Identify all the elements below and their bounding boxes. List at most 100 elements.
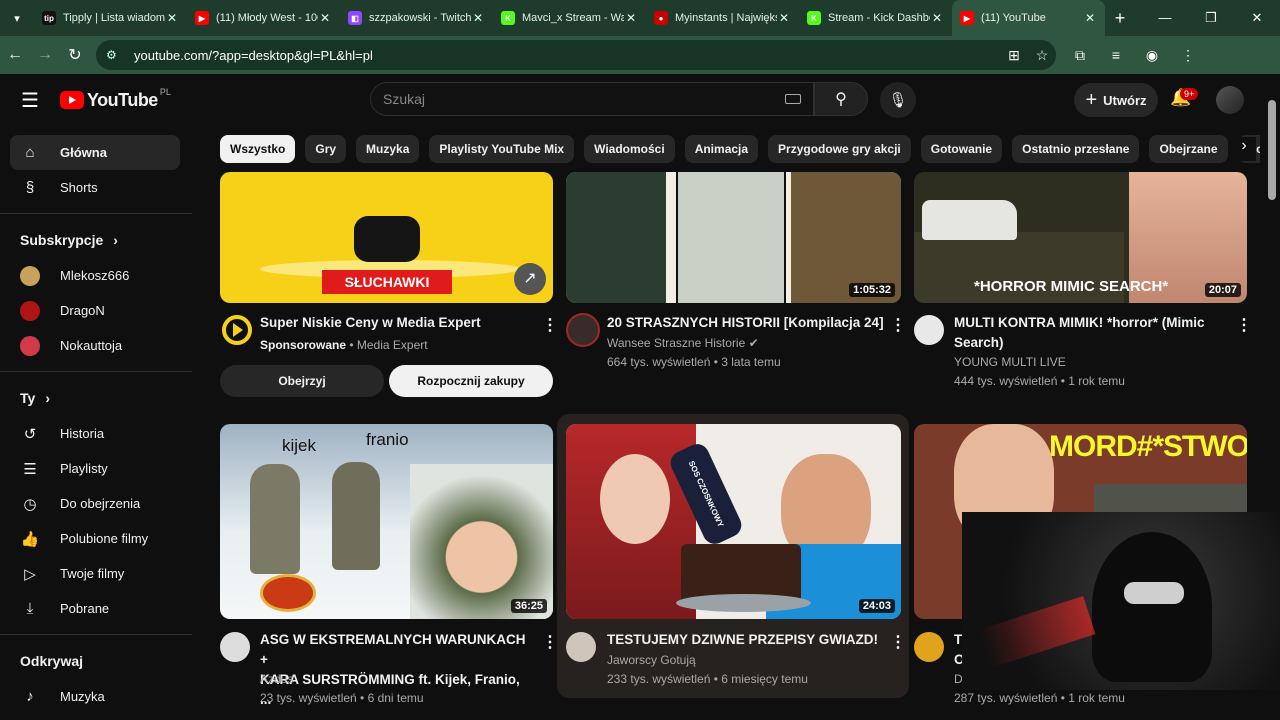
account-avatar[interactable] (1216, 86, 1244, 114)
channel-name[interactable]: Jaworscy Gotują (607, 651, 696, 670)
video-title[interactable]: MULTI KONTRA MIMIK! *horror* (Mimic Searc… (954, 313, 1224, 353)
channel-name[interactable]: Media Expert (357, 338, 428, 352)
video-thumbnail[interactable]: SOS CZOSNKOWY 24:03 (566, 424, 901, 619)
tab-close-icon[interactable]: ✕ (624, 11, 638, 25)
search-input[interactable]: Szukaj (370, 82, 814, 116)
subscriptions-heading[interactable]: Subskrypcje › (0, 222, 192, 258)
video-title[interactable]: 20 STRASZNYCH HISTORII [Kompilacja 24] (607, 313, 884, 333)
video-title[interactable]: Super Niskie Ceny w Media Expert (260, 313, 481, 333)
filter-chip[interactable]: Obejrzane (1149, 135, 1228, 163)
browser-tab[interactable]: ◧ szzpakowski - Twitch ✕ (340, 0, 493, 36)
filter-chip[interactable]: Wszystko (220, 135, 296, 163)
shorts-icon: § (25, 179, 35, 196)
video-thumbnail[interactable]: kijek franio 36:25 (220, 424, 553, 619)
page-scrollbar[interactable] (1268, 100, 1276, 200)
channel-avatar[interactable] (566, 632, 596, 662)
omnibox[interactable]: ⚙ youtube.com/?app=desktop&gl=PL&hl=pl ⊞… (96, 40, 1056, 70)
filter-chip[interactable]: Animacja (684, 135, 759, 163)
tab-close-icon[interactable]: ✕ (318, 11, 332, 25)
more-options-icon[interactable]: ⋮ (542, 632, 558, 652)
more-options-icon[interactable]: ⋮ (890, 315, 906, 335)
watch-button[interactable]: Obejrzyj (220, 365, 384, 397)
shop-button[interactable]: Rozpocznij zakupy (389, 365, 553, 397)
sidebar-item[interactable]: § Shorts (10, 170, 180, 205)
tab-close-icon[interactable]: ✕ (930, 11, 944, 25)
channel-avatar[interactable] (220, 632, 250, 662)
address-bar-row: ← → ↻ ⚙ youtube.com/?app=desktop&gl=PL&h… (0, 36, 1280, 74)
sidebar-item[interactable]: ⤓ Pobrane (10, 591, 180, 626)
media-control-icon[interactable]: ≡ (1098, 47, 1134, 64)
forward-button[interactable]: → (30, 46, 60, 64)
sidebar-item[interactable]: ♪ Muzyka (10, 679, 180, 714)
sidebar-item-label: Nokauttoja (60, 338, 123, 353)
tab-close-icon[interactable]: ✕ (471, 11, 485, 25)
sidebar-item[interactable]: DragoN (10, 293, 180, 328)
browser-tab[interactable]: ▶ (11) YouTube ✕ (952, 0, 1105, 36)
minimize-button[interactable]: — (1142, 10, 1188, 26)
browser-menu-icon[interactable]: ⋮ (1170, 47, 1206, 64)
video-duration: 36:25 (510, 599, 547, 613)
tab-close-icon[interactable]: ✕ (1083, 11, 1097, 25)
channel-avatar[interactable] (566, 313, 600, 347)
profile-icon[interactable]: ◉ (1134, 47, 1170, 64)
browser-tab[interactable]: tip Tipply | Lista wiadomości✕ (34, 0, 187, 36)
channel-avatar[interactable] (914, 315, 944, 345)
search-button[interactable]: ⚲ (814, 82, 868, 116)
reload-button[interactable]: ↻ (60, 45, 90, 65)
channel-avatar[interactable] (222, 315, 252, 345)
sidebar-item[interactable]: ▷ Twoje filmy (10, 556, 180, 591)
more-options-icon[interactable]: ⋮ (890, 632, 906, 652)
channel-name[interactable]: YOUNG MULTI LIVE (954, 353, 1066, 372)
video-thumbnail[interactable]: SŁUCHAWKI ↗ (220, 172, 553, 303)
tab-close-icon[interactable]: ✕ (777, 11, 791, 25)
video-title[interactable]: TESTUJEMY DZIWNE PRZEPISY GWIAZD! (607, 630, 878, 650)
sidebar-item[interactable]: ◷ Do obejrzenia (10, 486, 180, 521)
sidebar-item[interactable]: ⌂ Główna (10, 135, 180, 170)
new-tab-button[interactable]: + (1105, 8, 1135, 29)
menu-hamburger-icon[interactable]: ☰ (0, 88, 60, 113)
sidebar-item[interactable]: ☰ Playlisty (10, 451, 180, 486)
sidebar-item[interactable]: 👍 Polubione filmy (10, 521, 180, 556)
channel-avatar[interactable] (914, 632, 944, 662)
filter-chip[interactable]: Gotowanie (920, 135, 1003, 163)
filter-chip[interactable]: Przygodowe gry akcji (768, 135, 911, 163)
channel-name[interactable]: Azdus (260, 670, 293, 689)
video-thumbnail[interactable]: *HORROR MIMIC SEARCH* 20:07 (914, 172, 1247, 303)
filter-chip[interactable]: Playlisty YouTube Mix (429, 135, 575, 163)
browser-tab[interactable]: ● Myinstants | Największa✕ (646, 0, 799, 36)
back-button[interactable]: ← (0, 46, 30, 64)
sidebar-item[interactable]: ↺ Historia (10, 416, 180, 451)
video-thumbnail[interactable]: 1:05:32 (566, 172, 901, 303)
browser-tab[interactable]: K Mavci_x Stream - Watch✕ (493, 0, 646, 36)
filter-chip[interactable]: Wiadomości (584, 135, 675, 163)
more-options-icon[interactable]: ⋮ (542, 315, 558, 335)
keyboard-icon[interactable] (785, 94, 801, 104)
sidebar-item[interactable]: Nokauttoja (10, 328, 180, 363)
youtube-logo[interactable]: YouTube PL (60, 87, 171, 111)
create-button[interactable]: + Utwórz (1074, 83, 1158, 117)
more-options-icon[interactable]: ⋮ (1236, 315, 1252, 335)
browser-tab[interactable]: ▶ (11) Młody West - 100 Ty✕ (187, 0, 340, 36)
voice-search-button[interactable]: 🎙 (880, 82, 916, 118)
filter-chip[interactable]: Gry (305, 135, 347, 163)
tab-favicon-icon: ◧ (348, 11, 362, 25)
filter-chip[interactable]: Muzyka (356, 135, 420, 163)
url-text[interactable]: youtube.com/?app=desktop&gl=PL&hl=pl (134, 48, 1000, 63)
external-link-icon[interactable]: ↗ (514, 263, 546, 295)
chips-next-arrow-icon[interactable]: › (1232, 137, 1256, 161)
filter-chip[interactable]: Ostatnio przesłane (1012, 135, 1140, 163)
bookmark-star-icon[interactable]: ☆ (1028, 47, 1056, 64)
channel-name[interactable]: Wansee Straszne Historie ✔ (607, 334, 759, 353)
sidebar-item-label: Twoje filmy (60, 566, 125, 581)
sidebar-item[interactable]: Mlekosz666 (10, 258, 180, 293)
extensions-icon[interactable]: ⧉ (1062, 47, 1098, 64)
install-app-icon[interactable]: ⊞ (1000, 47, 1028, 64)
close-window-button[interactable]: ✕ (1234, 10, 1280, 26)
site-info-icon[interactable]: ⚙ (106, 48, 124, 62)
logo-text: YouTube (87, 89, 158, 110)
maximize-button[interactable]: ❐ (1188, 10, 1234, 26)
browser-tab[interactable]: K Stream - Kick Dashboard✕ (799, 0, 952, 36)
tab-close-icon[interactable]: ✕ (165, 11, 179, 25)
tab-search-dropdown[interactable]: ▾ (0, 0, 34, 36)
you-heading[interactable]: Ty › (0, 380, 192, 416)
